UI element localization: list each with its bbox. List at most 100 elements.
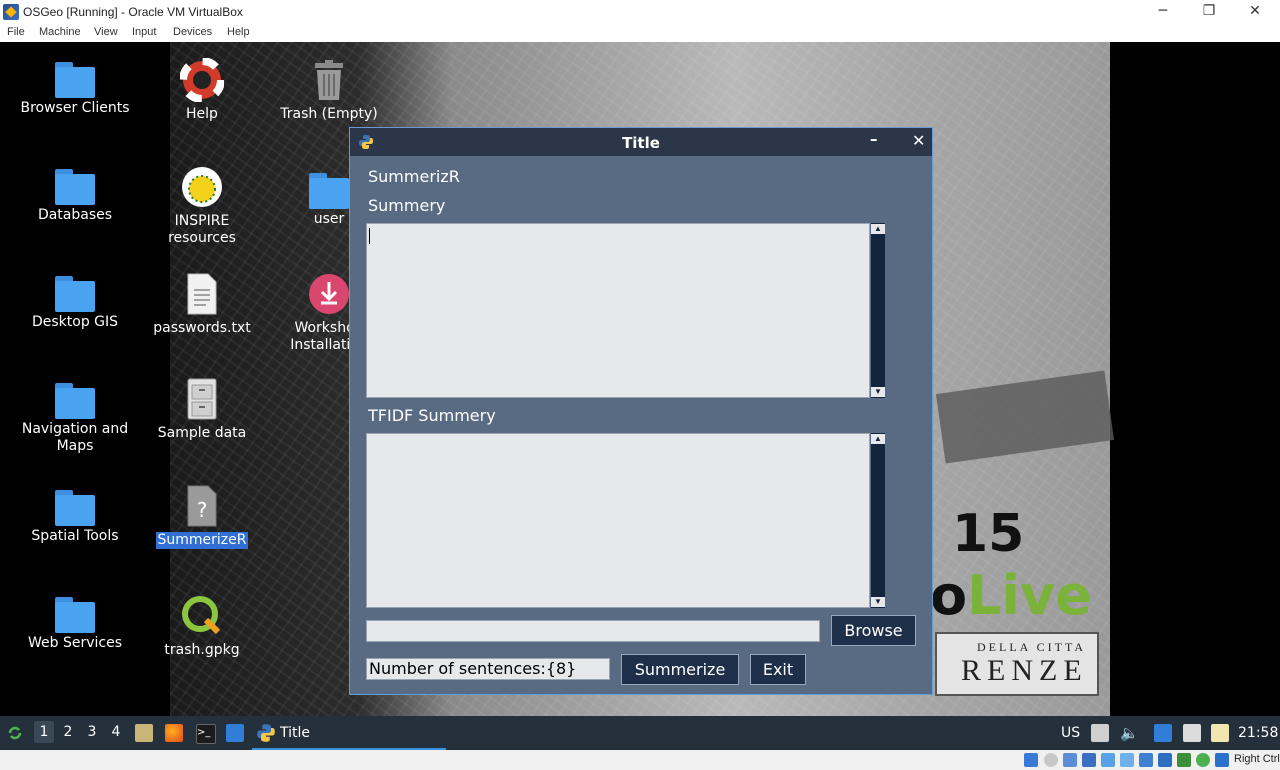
host-titlebar: OSGeo [Running] - Oracle VM VirtualBox ─… bbox=[0, 0, 1280, 24]
eject-icon[interactable] bbox=[1091, 724, 1109, 742]
audio-status-icon[interactable] bbox=[1063, 753, 1077, 767]
summerizr-window: Title – ✕ SummerizR Summery ▲ ▼ TFIDF Su… bbox=[349, 127, 933, 695]
desktop-icon-databases[interactable]: Databases bbox=[15, 161, 135, 224]
home-folder-icon bbox=[309, 173, 349, 209]
browse-button[interactable]: Browse bbox=[831, 615, 916, 646]
volume-icon[interactable]: 🔈 bbox=[1120, 724, 1139, 742]
recording-status-icon[interactable] bbox=[1158, 753, 1172, 767]
summerize-button[interactable]: Summerize bbox=[621, 654, 739, 685]
app-heading: SummerizR bbox=[368, 167, 460, 186]
unknown-file-icon: ? bbox=[180, 484, 224, 528]
menu-input[interactable]: Input bbox=[132, 26, 156, 38]
hdd-status-icon[interactable] bbox=[1024, 753, 1038, 767]
lifebuoy-icon bbox=[179, 57, 225, 103]
desktop-icon-desktop-gis[interactable]: Desktop GIS bbox=[15, 268, 135, 331]
scroll-down-arrow-icon[interactable]: ▼ bbox=[871, 387, 885, 397]
host-minimize-button[interactable]: ─ bbox=[1140, 0, 1186, 24]
download-icon bbox=[307, 272, 351, 316]
wallpaper-plaque: DELLA CITTA RENZE bbox=[935, 632, 1099, 696]
taskbar-task-title[interactable]: Title bbox=[252, 718, 446, 750]
desktop-icon-web-services[interactable]: Web Services bbox=[15, 589, 135, 652]
svg-text:?: ? bbox=[197, 498, 208, 522]
desktop-icon-trash-gpkg[interactable]: trash.gpkg bbox=[142, 594, 262, 659]
summary-scrollbar[interactable]: ▲ ▼ bbox=[871, 223, 885, 398]
desktop-icon-summerizer[interactable]: ? SummerizeR bbox=[142, 484, 262, 549]
trash-icon bbox=[307, 58, 351, 102]
refresh-menu-icon[interactable] bbox=[6, 724, 24, 742]
host-restore-button[interactable]: ❐ bbox=[1186, 0, 1232, 24]
host-statusbar: Right Ctrl bbox=[0, 750, 1280, 770]
show-desktop-icon[interactable] bbox=[226, 724, 244, 742]
clock: 21:58 bbox=[1238, 725, 1279, 741]
tfidf-textbox[interactable] bbox=[366, 433, 870, 608]
guest-additions-icon[interactable] bbox=[1196, 753, 1210, 767]
app-close-button[interactable]: ✕ bbox=[912, 131, 925, 150]
desktop-icon-navigation-and-maps[interactable]: Navigation and Maps bbox=[15, 375, 135, 455]
summary-textbox[interactable] bbox=[366, 223, 870, 398]
python-icon bbox=[257, 724, 275, 742]
tfidf-label: TFIDF Summery bbox=[368, 406, 496, 425]
text-file-icon bbox=[180, 272, 224, 316]
optical-drive-icon[interactable] bbox=[1044, 753, 1058, 767]
workspace-1[interactable]: 1 bbox=[34, 721, 54, 743]
folder-icon bbox=[55, 383, 95, 419]
host-menubar: File Machine View Input Devices Help bbox=[0, 24, 1280, 42]
workspace-3[interactable]: 3 bbox=[82, 724, 102, 740]
wallpaper-river bbox=[935, 370, 1115, 464]
desktop-icon-spatial-tools[interactable]: Spatial Tools bbox=[15, 482, 135, 545]
desktop-icon-inspire-resources[interactable]: INSPIRE resources bbox=[142, 165, 262, 247]
exit-button[interactable]: Exit bbox=[750, 654, 806, 685]
tfidf-scrollbar[interactable]: ▲ ▼ bbox=[871, 433, 885, 608]
shared-folders-icon[interactable] bbox=[1120, 753, 1134, 767]
workspace-4[interactable]: 4 bbox=[106, 724, 126, 740]
scroll-up-arrow-icon[interactable]: ▲ bbox=[871, 224, 885, 234]
terminal-icon[interactable]: >_ bbox=[196, 724, 216, 744]
folder-icon bbox=[55, 62, 95, 98]
wallpaper-version: 15 bbox=[952, 504, 1025, 564]
folder-icon bbox=[55, 597, 95, 633]
network-icon[interactable] bbox=[1183, 724, 1201, 742]
filing-cabinet-icon bbox=[180, 377, 224, 421]
virtualbox-icon bbox=[3, 4, 19, 20]
file-manager-icon[interactable] bbox=[135, 724, 153, 742]
keyboard-layout[interactable]: US bbox=[1061, 725, 1080, 741]
menu-view[interactable]: View bbox=[94, 26, 118, 38]
host-key-label: Right Ctrl bbox=[1234, 753, 1280, 765]
folder-icon bbox=[55, 276, 95, 312]
scroll-down-arrow-icon[interactable]: ▼ bbox=[871, 597, 885, 607]
cpu-status-icon[interactable] bbox=[1177, 753, 1191, 767]
menu-machine[interactable]: Machine bbox=[39, 26, 81, 38]
menu-help[interactable]: Help bbox=[227, 26, 250, 38]
folder-icon bbox=[55, 169, 95, 205]
summary-label: Summery bbox=[368, 196, 446, 215]
usb-status-icon[interactable] bbox=[1101, 753, 1115, 767]
folder-icon bbox=[55, 490, 95, 526]
clipboard-icon[interactable] bbox=[1211, 724, 1229, 742]
desktop-icon-browser-clients[interactable]: Browser Clients bbox=[15, 54, 135, 117]
host-window-title: OSGeo [Running] - Oracle VM VirtualBox bbox=[23, 5, 243, 19]
scroll-up-arrow-icon[interactable]: ▲ bbox=[871, 434, 885, 444]
mouse-integration-icon[interactable] bbox=[1215, 753, 1229, 767]
display-status-icon[interactable] bbox=[1139, 753, 1153, 767]
desktop-icon-sample-data[interactable]: Sample data bbox=[142, 377, 262, 442]
guest-taskbar: 1 2 3 4 >_ Title US 🔈 21:58 bbox=[0, 716, 1280, 750]
app-titlebar[interactable]: Title – ✕ bbox=[350, 128, 932, 156]
menu-file[interactable]: File bbox=[7, 26, 25, 38]
wallpaper-osgeolive: oLive bbox=[930, 564, 1092, 627]
file-path-input[interactable] bbox=[366, 620, 820, 642]
firefox-icon[interactable] bbox=[165, 724, 183, 742]
notification-icon[interactable] bbox=[1154, 724, 1172, 742]
desktop-icon-help[interactable]: Help bbox=[142, 57, 262, 123]
desktop-icon-passwords-txt[interactable]: passwords.txt bbox=[142, 272, 262, 337]
desktop-icon-trash[interactable]: Trash (Empty) bbox=[269, 58, 389, 123]
inspire-logo-icon bbox=[180, 165, 224, 209]
sentences-input[interactable]: Number of sentences:{8} bbox=[366, 658, 610, 680]
menu-devices[interactable]: Devices bbox=[173, 26, 212, 38]
host-close-button[interactable]: ✕ bbox=[1232, 0, 1278, 24]
qgis-icon bbox=[180, 594, 224, 638]
workspace-2[interactable]: 2 bbox=[58, 724, 78, 740]
network-status-icon[interactable] bbox=[1082, 753, 1096, 767]
app-window-title: Title bbox=[622, 134, 660, 152]
app-minimize-button[interactable]: – bbox=[870, 130, 878, 148]
app-body: SummerizR Summery ▲ ▼ TFIDF Summery ▲ ▼ … bbox=[350, 156, 932, 694]
